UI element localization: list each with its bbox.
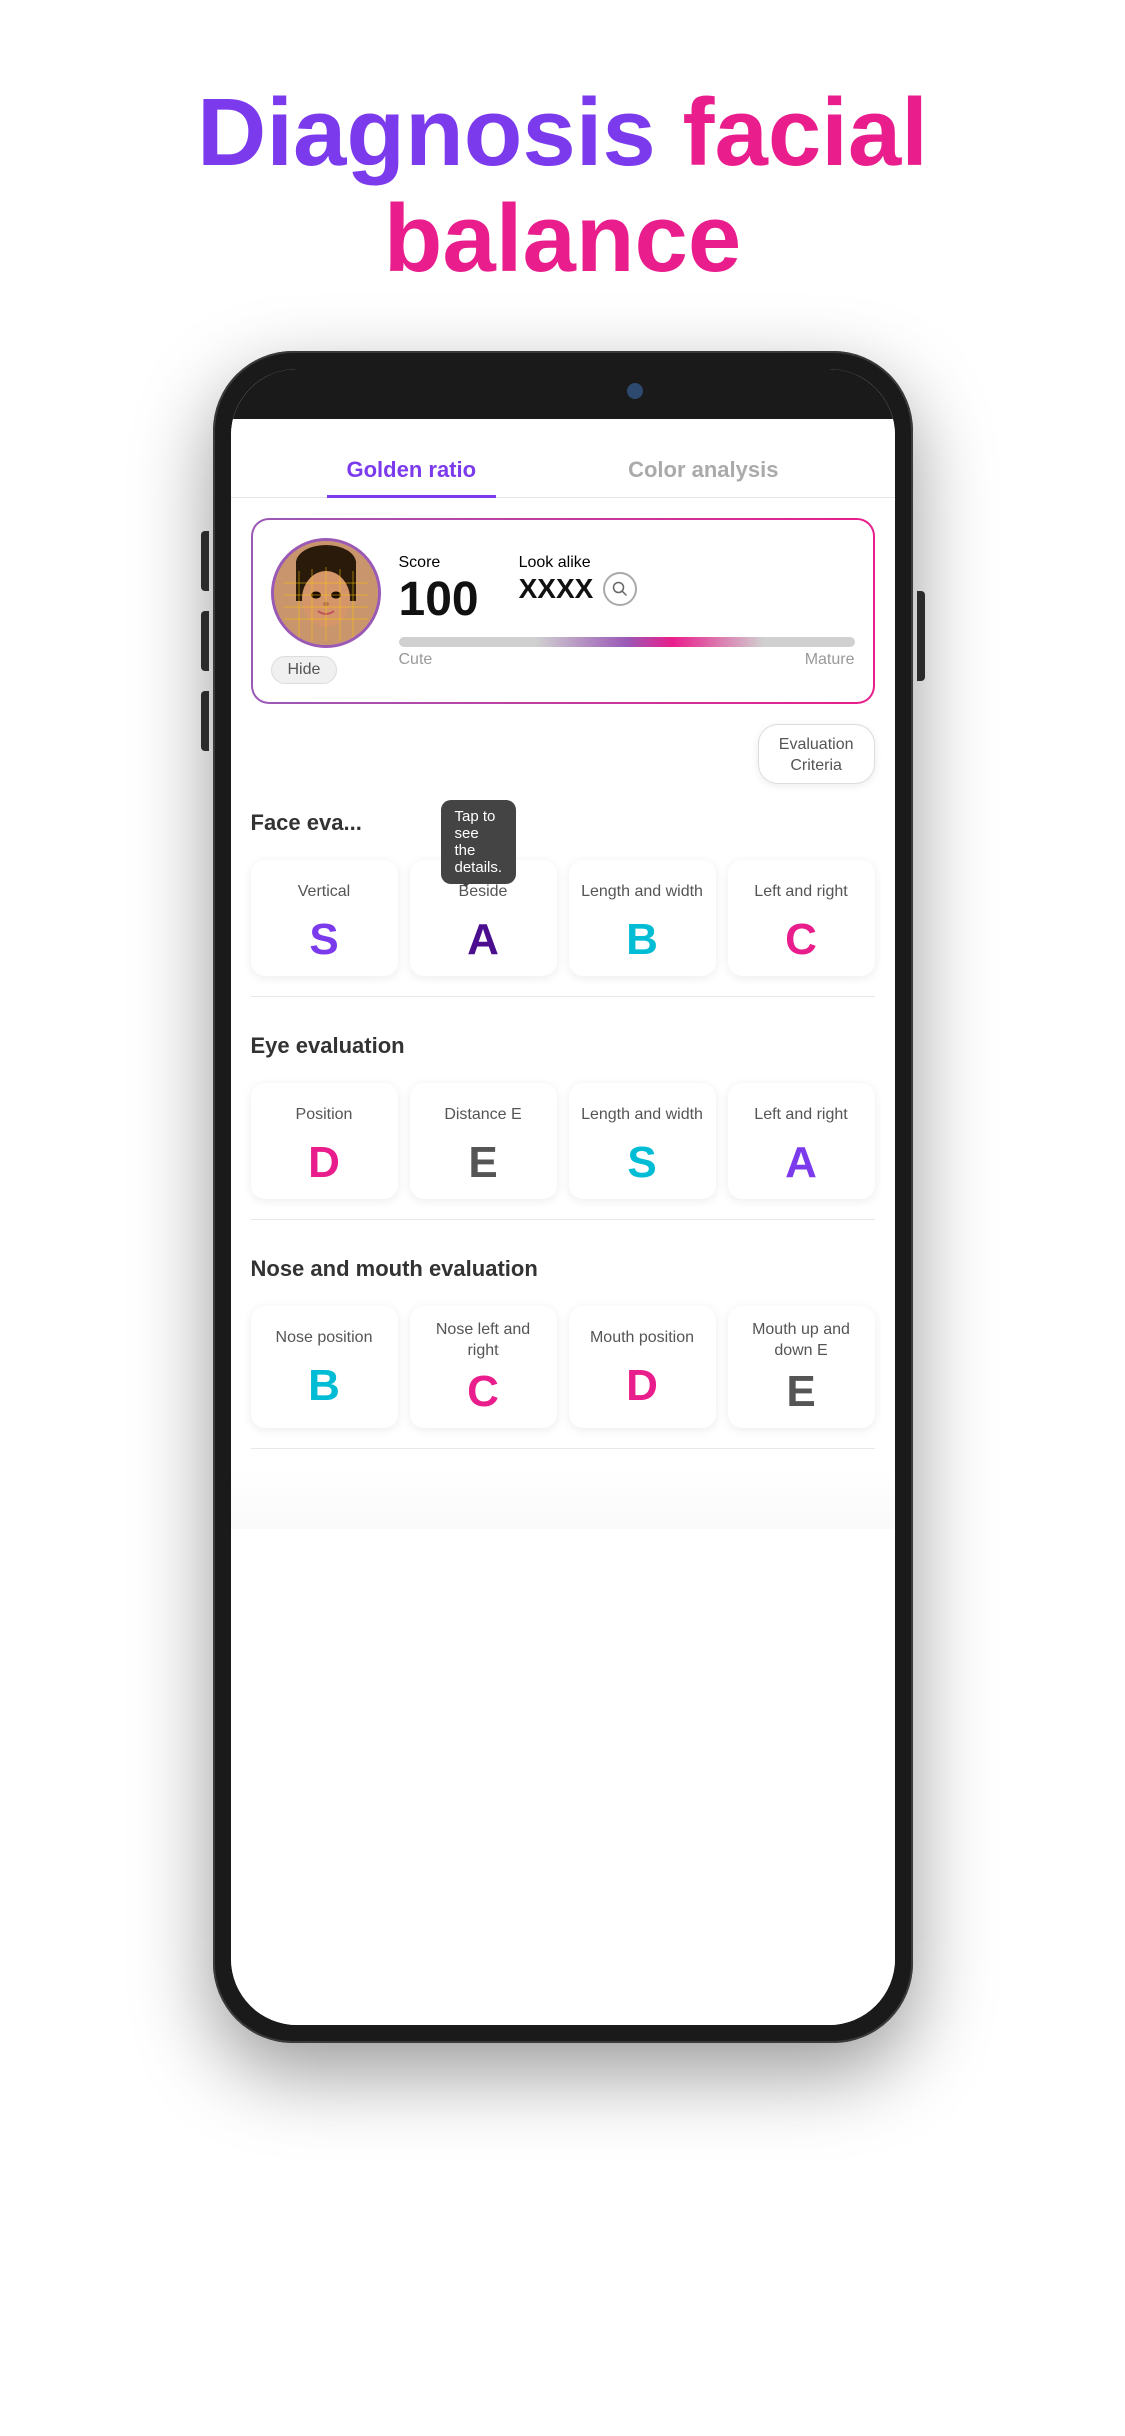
score-row: Score 100 Look alike XXXX [399, 554, 855, 627]
nose-card-position[interactable]: Nose position B [251, 1306, 398, 1428]
face-grade-beside: A [420, 918, 547, 962]
face-card-left-right[interactable]: Left and right C [728, 860, 875, 976]
tooltip-text: Tap to see the details. [455, 808, 503, 876]
lookalike-col: Look alike XXXX [519, 554, 638, 627]
lookalike-row: XXXX [519, 572, 638, 606]
divider-3 [251, 1448, 875, 1449]
lookalike-name: XXXX [519, 573, 594, 605]
tab-golden-ratio[interactable]: Golden ratio [327, 445, 497, 498]
mouth-card-position[interactable]: Mouth position D [569, 1306, 716, 1428]
nose-grade-left-right: C [420, 1370, 547, 1414]
mouth-grade-position: D [579, 1364, 706, 1408]
mouth-grade-up-down: E [738, 1370, 865, 1414]
face-grade-length-width: B [579, 918, 706, 962]
score-card: Hide Score 100 Look alike [251, 518, 875, 704]
divider-2 [251, 1219, 875, 1220]
mouth-label-position: Mouth position [579, 1320, 706, 1356]
hero-word-diagnosis: Diagnosis [197, 79, 656, 186]
score-info: Score 100 Look alike XXXX [399, 554, 855, 669]
eye-card-length-width[interactable]: Length and width S [569, 1083, 716, 1199]
eval-criteria-wrap: Evaluation Criteria [251, 724, 875, 784]
notch [433, 369, 693, 413]
tabs-bar: Golden ratio Color analysis [231, 425, 895, 498]
nose-label-left-right: Nose left and right [420, 1320, 547, 1362]
eye-card-position[interactable]: Position D [251, 1083, 398, 1199]
phone-screen: 9:41 [231, 369, 895, 2025]
spectrum-right-label: Mature [805, 651, 855, 669]
avatar [271, 538, 381, 648]
eval-criteria-button[interactable]: Evaluation Criteria [758, 724, 875, 784]
face-label-vertical: Vertical [261, 874, 388, 910]
nose-label-position: Nose position [261, 1320, 388, 1356]
eye-label-distance: Distance E [420, 1097, 547, 1133]
eye-card-distance[interactable]: Distance E E [410, 1083, 557, 1199]
eye-label-position: Position [261, 1097, 388, 1133]
search-button[interactable] [603, 572, 637, 606]
eye-eval-grid: Position D Distance E E Length and width… [231, 1083, 895, 1199]
divider-1 [251, 996, 875, 997]
tooltip-bubble: Tap to see the details. [441, 800, 517, 884]
nose-mouth-title: Nose and mouth evaluation [251, 1256, 875, 1282]
eval-criteria-label: Evaluation Criteria [779, 736, 854, 774]
hero-title: Diagnosis facial balance [0, 0, 1125, 331]
mouth-card-up-down[interactable]: Mouth up and down E E [728, 1306, 875, 1428]
spectrum-bar: Cute Mature [399, 637, 855, 669]
nose-card-left-right[interactable]: Nose left and right C [410, 1306, 557, 1428]
mouth-label-up-down: Mouth up and down E [738, 1320, 865, 1362]
phone-frame: 9:41 [213, 351, 913, 2043]
app-content: Golden ratio Color analysis [231, 425, 895, 2025]
eye-grade-position: D [261, 1141, 388, 1185]
eye-evaluation-title: Eye evaluation [251, 1033, 875, 1059]
eye-evaluation-section: Eye evaluation [231, 1017, 895, 1083]
spectrum-labels: Cute Mature [399, 651, 855, 669]
tab-color-analysis[interactable]: Color analysis [608, 445, 798, 498]
search-icon [612, 581, 628, 597]
nose-mouth-section: Nose and mouth evaluation [231, 1240, 895, 1306]
spectrum-track [399, 637, 855, 647]
face-evaluation-section: Face eva... Tap to see the details. [231, 794, 895, 860]
eye-label-left-right: Left and right [738, 1097, 865, 1133]
face-label-left-right: Left and right [738, 874, 865, 910]
phone-wrapper: 9:41 [0, 331, 1125, 2103]
score-col: Score 100 [399, 554, 479, 627]
face-evaluation-title: Face eva... [251, 810, 362, 836]
hero-word-facial: facial [682, 79, 927, 186]
face-card-length-width[interactable]: Length and width B [569, 860, 716, 976]
avatar-wrap: Hide [271, 538, 381, 684]
eye-grade-left-right: A [738, 1141, 865, 1185]
hero-word-balance: balance [384, 185, 742, 292]
notch-camera [627, 383, 643, 399]
eye-label-length-width: Length and width [579, 1097, 706, 1133]
bottom-fade [231, 1469, 895, 1529]
score-label: Score [399, 554, 441, 571]
eye-card-left-right[interactable]: Left and right A [728, 1083, 875, 1199]
face-label-length-width: Length and width [579, 874, 706, 910]
hide-button[interactable]: Hide [271, 656, 338, 684]
face-card-vertical[interactable]: Vertical S [251, 860, 398, 976]
face-grade-left-right: C [738, 918, 865, 962]
spectrum-left-label: Cute [399, 651, 433, 669]
eye-grade-length-width: S [579, 1141, 706, 1185]
eye-grade-distance: E [420, 1141, 547, 1185]
face-illustration [274, 541, 378, 645]
face-grade-vertical: S [261, 918, 388, 962]
nose-mouth-eval-grid: Nose position B Nose left and right C Mo… [231, 1306, 895, 1428]
nose-grade-position: B [261, 1364, 388, 1408]
score-number: 100 [399, 572, 479, 627]
face-eval-grid: Vertical S Beside A Length and width B L… [231, 860, 895, 976]
lookalike-label: Look alike [519, 554, 591, 571]
